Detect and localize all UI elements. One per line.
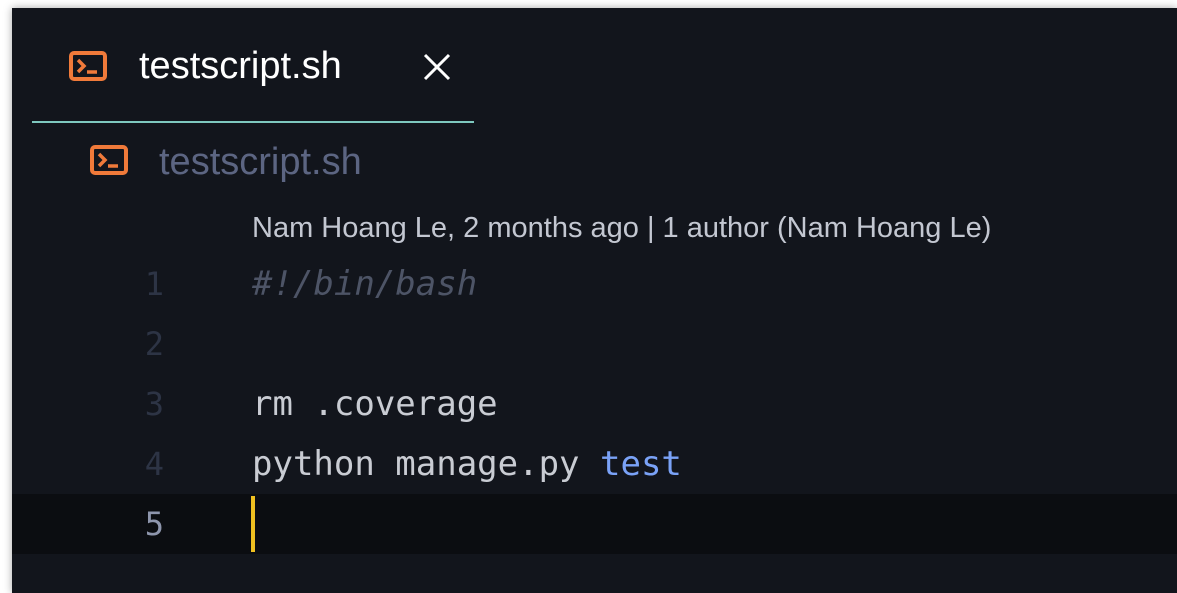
tab-testscript[interactable]: testscript.sh bbox=[32, 8, 474, 123]
breadcrumb[interactable]: testscript.sh bbox=[90, 138, 490, 188]
active-tab-indicator bbox=[32, 121, 474, 123]
text-cursor bbox=[251, 496, 255, 552]
close-icon[interactable] bbox=[420, 50, 454, 84]
editor-window: testscript.sh testscript.sh Nam Hoang Le… bbox=[12, 8, 1177, 593]
git-blame-annotation[interactable]: Nam Hoang Le, 2 months ago | 1 author (N… bbox=[252, 208, 991, 248]
plain-token: python manage.py bbox=[252, 444, 600, 484]
line-content[interactable]: python manage.py test bbox=[252, 434, 682, 494]
line-number: 4 bbox=[144, 445, 164, 483]
keyword-token: test bbox=[600, 444, 682, 484]
breadcrumb-file[interactable]: testscript.sh bbox=[159, 138, 362, 186]
tab-title: testscript.sh bbox=[139, 45, 342, 87]
terminal-file-icon bbox=[69, 51, 107, 81]
code-line[interactable]: 1 #!/bin/bash bbox=[12, 254, 1177, 314]
line-content[interactable]: #!/bin/bash bbox=[252, 254, 477, 314]
code-line[interactable]: 4 python manage.py test bbox=[12, 434, 1177, 494]
line-content[interactable]: rm .coverage bbox=[252, 374, 498, 434]
line-number: 5 bbox=[144, 505, 164, 543]
code-line[interactable]: 3 rm .coverage bbox=[12, 374, 1177, 434]
plain-token: rm .coverage bbox=[252, 384, 498, 424]
line-number: 3 bbox=[144, 385, 164, 423]
comment-token: #!/bin/bash bbox=[252, 264, 478, 304]
line-number: 1 bbox=[144, 265, 164, 303]
current-code-line[interactable]: 5 bbox=[12, 494, 1177, 554]
line-number: 2 bbox=[144, 325, 164, 363]
terminal-file-icon bbox=[90, 145, 128, 175]
code-line[interactable]: 2 bbox=[12, 314, 1177, 374]
